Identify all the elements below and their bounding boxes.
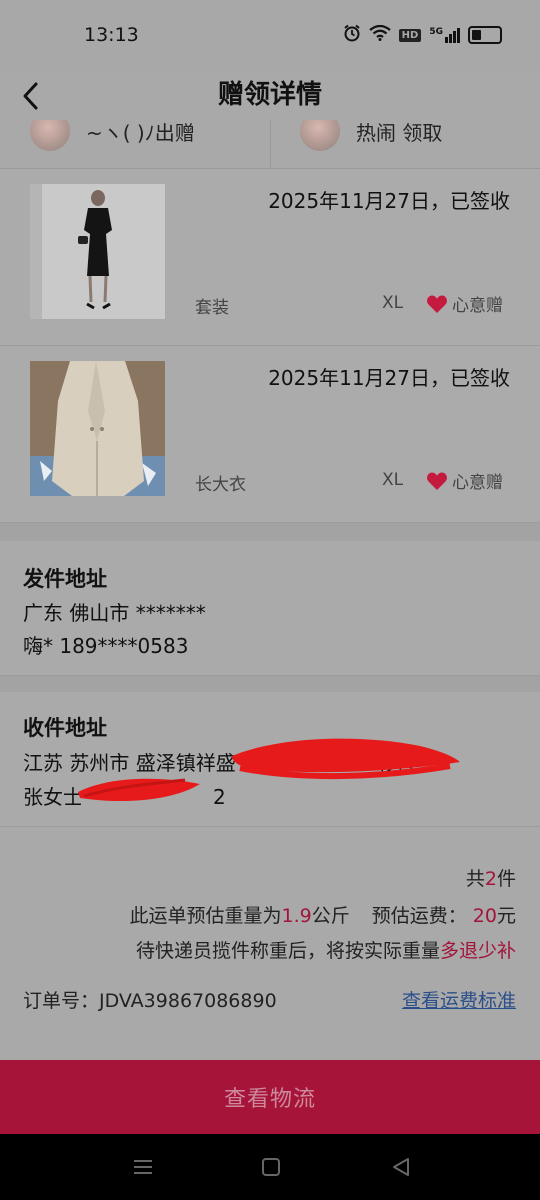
gift-label: 心意赠 [452,296,503,316]
receiver-avatar [300,120,340,151]
item-date: 2025年11月27日，已签收 [268,189,510,213]
item-name: 长大衣 [195,475,246,495]
redaction-scribble [78,738,460,802]
weight-fee: 此运单预估重量为1.9公斤 预估运费： 20元 [129,905,516,927]
fee-standard-link[interactable]: 查看运费标准 [402,986,516,1013]
item-date: 2025年11月27日，已签收 [268,366,510,390]
sender-address: 广东 佛山市 ******* [23,601,206,625]
giver-receiver-row: ~ヽ( )ﾉ出赠 热闹 领取 [0,120,540,169]
status-bar: 13:13 HD 5G [0,0,540,70]
item-name: 套装 [195,298,229,318]
sender-contact: 嗨* 189****0583 [23,634,189,658]
item-image-coat[interactable] [30,361,165,496]
back-nav-button[interactable] [390,1156,412,1182]
sender-address-card: 发件地址 广东 佛山市 ******* 嗨* 189****0583 [0,541,540,676]
receiver-info[interactable]: 热闹 领取 [300,120,442,156]
order-number: 订单号：JDVA39867086890 [23,990,277,1012]
giver-info[interactable]: ~ヽ( )ﾉ出赠 [30,120,195,156]
menu-nav-button[interactable] [132,1156,154,1182]
giver-name: ~ヽ( )ﾉ出赠 [86,120,195,145]
item-size: XL [382,470,404,490]
gift-type: 心意赠 [426,291,503,316]
system-nav-bar [0,1134,540,1200]
gift-label: 心意赠 [452,473,503,493]
giver-avatar [30,120,70,151]
home-nav-button[interactable] [260,1156,282,1182]
page-title: 赠领详情 [217,80,322,110]
5g-signal-icon: 5G [429,27,460,43]
back-triangle-icon [393,1158,409,1176]
status-time: 13:13 [84,24,139,46]
sender-title: 发件地址 [23,567,107,591]
home-square-icon [262,1158,280,1176]
status-icons: HD 5G [343,24,502,46]
receiver-name: 热闹 领取 [356,120,443,145]
alarm-icon [343,24,361,46]
weight-note: 待快递员揽件称重后，将按实际重量多退少补 [135,940,516,962]
section-gap [0,523,540,541]
item-card[interactable]: 2025年11月27日，已签收 套装 XL 心意赠 [0,169,540,346]
menu-icon [134,1160,152,1174]
hd-icon: HD [398,28,422,42]
item-size: XL [382,293,404,313]
heart-icon [427,295,447,313]
heart-icon [427,472,447,490]
view-logistics-button[interactable]: 查看物流 [0,1060,540,1134]
battery-icon [468,26,502,44]
item-image-dress[interactable] [30,184,165,319]
app-header: 赠领详情 [0,70,540,120]
section-gap [0,676,540,692]
divider [270,120,271,168]
item-card[interactable]: 2025年11月27日，已签收 长大衣 XL 心意赠 [0,346,540,523]
item-count: 共2件 [465,868,516,890]
wifi-icon [368,24,391,45]
gift-type: 心意赠 [426,468,503,493]
receiver-address-card: 收件地址 江苏 苏州市 盛泽镇祥盛彩音 张女士2 [0,692,540,827]
